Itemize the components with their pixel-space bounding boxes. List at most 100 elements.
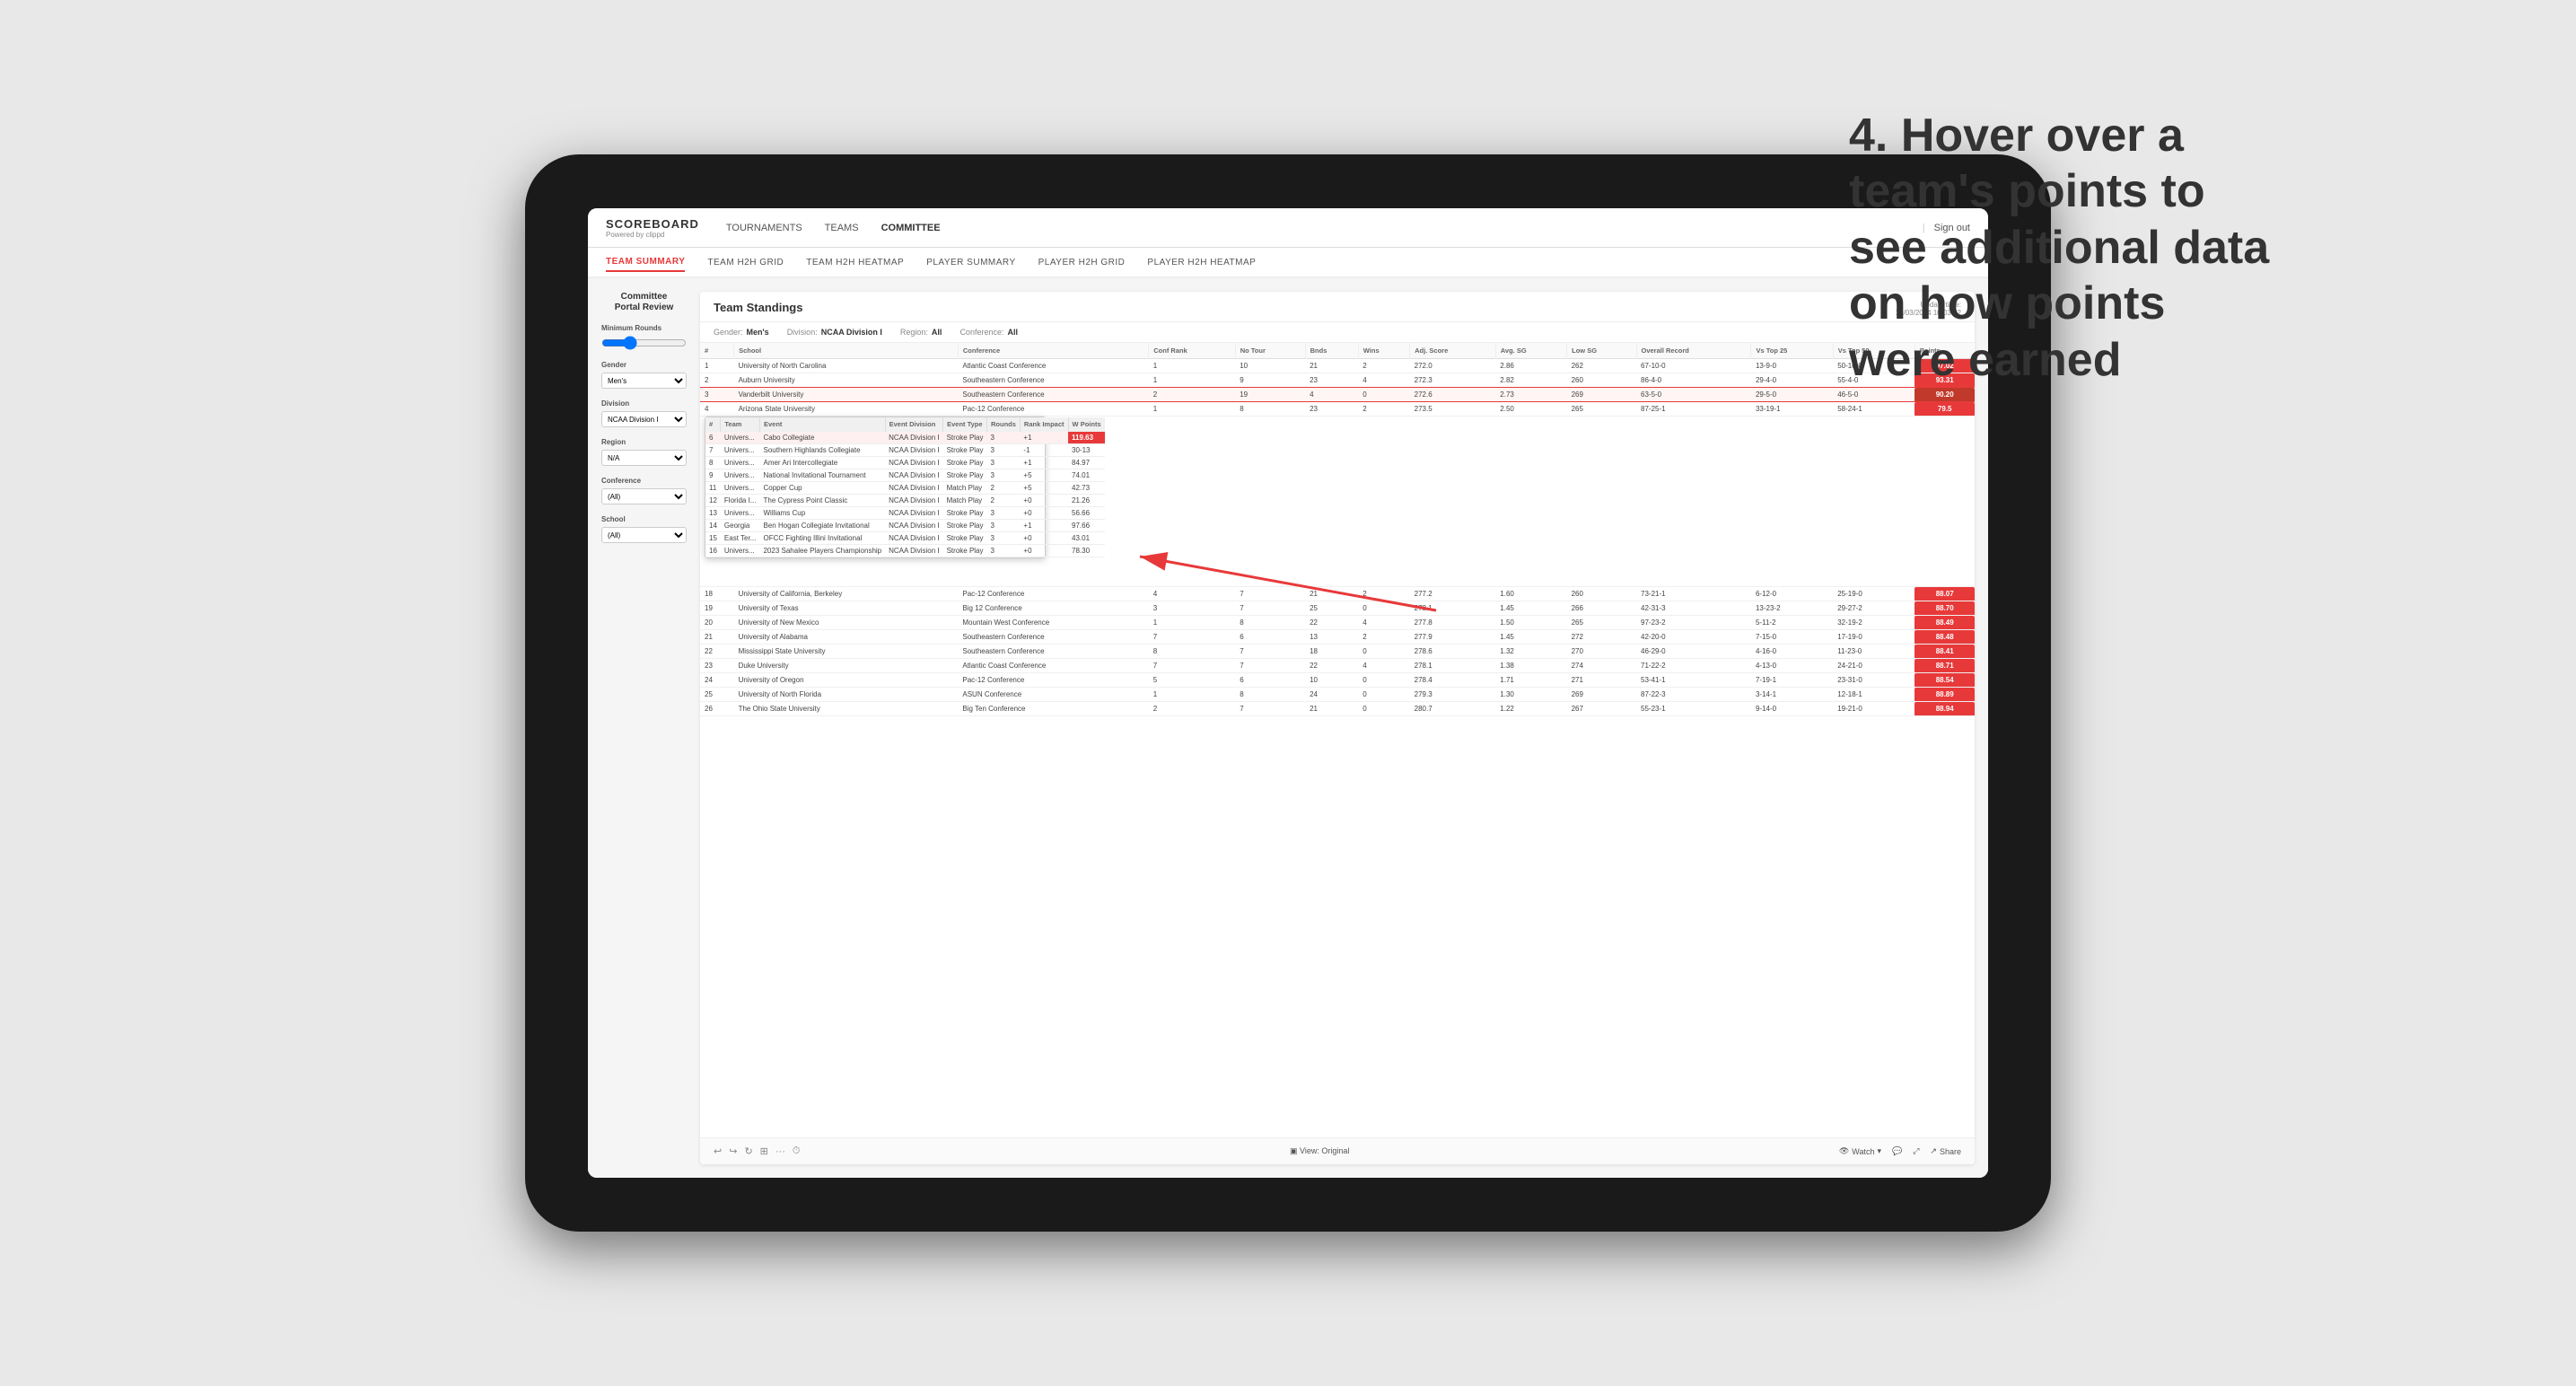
tab-player-h2h-heatmap[interactable]: PLAYER H2H HEATMAP (1147, 254, 1256, 271)
table-container: # School Conference Conf Rank No Tour Bn… (700, 343, 1975, 1137)
view-label[interactable]: ▣ View: Original (1290, 1146, 1349, 1156)
points-cell[interactable]: 88.94 (1914, 702, 1975, 716)
refresh-icon[interactable]: ↻ (744, 1145, 752, 1157)
points-cell[interactable]: 88.70 (1914, 601, 1975, 616)
tab-player-summary[interactable]: PLAYER SUMMARY (926, 254, 1015, 271)
points-cell[interactable]: 88.71 (1914, 659, 1975, 673)
tab-team-h2h-grid[interactable]: TEAM H2H GRID (707, 254, 784, 271)
division-select[interactable]: NCAA Division I (601, 411, 687, 427)
standings-table: # School Conference Conf Rank No Tour Bn… (700, 343, 1975, 716)
nav-teams[interactable]: TEAMS (825, 219, 859, 237)
main-content: CommitteePortal Review Minimum Rounds Ge… (588, 278, 1988, 1178)
col-wins: Wins (1358, 343, 1409, 359)
expand-button[interactable]: ⤢ (1913, 1146, 1919, 1156)
table-row: 20 University of New Mexico Mountain Wes… (700, 616, 1975, 630)
filter-conference: Conference: All (959, 328, 1018, 337)
tablet-screen: SCOREBOARD Powered by clippd TOURNAMENTS… (588, 208, 1988, 1178)
sidebar: CommitteePortal Review Minimum Rounds Ge… (601, 292, 687, 1164)
points-cell[interactable]: 79.5 (1914, 402, 1975, 417)
undo-icon[interactable]: ↩ (714, 1145, 722, 1157)
col-conf-rank: Conf Rank (1149, 343, 1235, 359)
points-cell-active[interactable]: 90.20 (1914, 388, 1975, 402)
table-row: 19 University of Texas Big 12 Conference… (700, 601, 1975, 616)
table-row: 21 University of Alabama Southeastern Co… (700, 630, 1975, 645)
tab-team-h2h-heatmap[interactable]: TEAM H2H HEATMAP (806, 254, 904, 271)
sidebar-school-label: School (601, 515, 687, 523)
tooltip-row: 6 Univers... Cabo Collegiate NCAA Divisi… (705, 432, 1105, 444)
school-select[interactable]: (All) (601, 527, 687, 543)
watch-button[interactable]: 👁 Watch ▾ (1839, 1146, 1881, 1156)
nav-tournaments[interactable]: TOURNAMENTS (726, 219, 802, 237)
table-row: 1 University of North Carolina Atlantic … (700, 359, 1975, 373)
table-row: 25 University of North Florida ASUN Conf… (700, 688, 1975, 702)
sidebar-region-label: Region (601, 438, 687, 446)
sub-nav: TEAM SUMMARY TEAM H2H GRID TEAM H2H HEAT… (588, 248, 1988, 278)
sidebar-min-rounds-label: Minimum Rounds (601, 324, 687, 332)
table-row: 4 Arizona State University Pac-12 Confer… (700, 402, 1975, 417)
col-conference: Conference (958, 343, 1148, 359)
filter-gender: Gender: Men's (714, 328, 769, 337)
nav-links: TOURNAMENTS TEAMS COMMITTEE (726, 219, 1923, 237)
tooltip-row: 15 East Ter... OFCC Fighting Illini Invi… (705, 532, 1105, 545)
sidebar-conference-label: Conference (601, 477, 687, 485)
sidebar-division-section: Division NCAA Division I (601, 399, 687, 427)
more-icon[interactable]: ··· (775, 1146, 785, 1157)
filters-row: Gender: Men's Division: NCAA Division I … (700, 322, 1975, 343)
tooltip-row: 12 Florida I... The Cypress Point Classi… (705, 495, 1105, 507)
col-rank: # (700, 343, 734, 359)
redo-icon[interactable]: ↪ (729, 1145, 737, 1157)
tooltip-row: 14 Georgia Ben Hogan Collegiate Invitati… (705, 520, 1105, 532)
tooltip-row: 8 Univers... Amer Ari Intercollegiate NC… (705, 457, 1105, 469)
tooltip-col-event: Event (759, 417, 885, 432)
points-cell[interactable]: 88.48 (1914, 630, 1975, 645)
share-icon: ↗ (1930, 1146, 1937, 1156)
tooltip-col-points: W Points (1068, 417, 1105, 432)
table-row: 2 Auburn University Southeastern Confere… (700, 373, 1975, 388)
points-cell[interactable]: 88.54 (1914, 673, 1975, 688)
table-row: 23 Duke University Atlantic Coast Confer… (700, 659, 1975, 673)
nav-committee[interactable]: COMMITTEE (881, 219, 941, 237)
share-button[interactable]: ↗ Share (1930, 1146, 1961, 1156)
logo-sub: Powered by clippd (606, 231, 699, 239)
tooltip-col-team: Team (721, 417, 760, 432)
tooltip-row: 7 Univers... Southern Highlands Collegia… (705, 444, 1105, 457)
eye-icon: 👁 (1839, 1146, 1849, 1156)
tooltip-col-rank: # (705, 417, 721, 432)
comment-icon: 💬 (1892, 1146, 1902, 1156)
table-row-highlighted: 3 Vanderbilt University Southeastern Con… (700, 388, 1975, 402)
bottom-bar: ↩ ↪ ↻ ⊞ ··· ⏱ ▣ View: Original 👁 (700, 1137, 1975, 1164)
filter-region: Region: All (900, 328, 942, 337)
sidebar-school-section: School (All) (601, 515, 687, 543)
points-cell[interactable]: 88.41 (1914, 645, 1975, 659)
tab-player-h2h-grid[interactable]: PLAYER H2H GRID (1038, 254, 1126, 271)
min-rounds-slider[interactable] (601, 336, 687, 350)
col-vs25: Vs Top 25 (1751, 343, 1833, 359)
tooltip-row: 9 Univers... National Invitational Tourn… (705, 469, 1105, 482)
tab-team-summary[interactable]: TEAM SUMMARY (606, 253, 685, 272)
timer-icon[interactable]: ⏱ (793, 1145, 801, 1157)
tooltip-col-type: Event Type (943, 417, 987, 432)
col-no-tour: No Tour (1235, 343, 1305, 359)
tooltip-table: # Team Event Event Division Event Type R… (705, 417, 1105, 557)
table-row-spacer: # Team Event Event Division Event Type R… (700, 417, 1975, 587)
tooltip-col-impact: Rank Impact (1020, 417, 1068, 432)
points-cell[interactable]: 88.49 (1914, 616, 1975, 630)
table-row: 24 University of Oregon Pac-12 Conferenc… (700, 673, 1975, 688)
comment-button[interactable]: 💬 (1892, 1146, 1902, 1156)
sidebar-region-section: Region N/A (601, 438, 687, 466)
nav-bar: SCOREBOARD Powered by clippd TOURNAMENTS… (588, 208, 1988, 248)
view-icon: ▣ (1290, 1146, 1298, 1155)
points-cell[interactable]: 88.07 (1914, 587, 1975, 601)
region-select[interactable]: N/A (601, 450, 687, 466)
chevron-down-icon: ▾ (1877, 1146, 1881, 1156)
logo: SCOREBOARD Powered by clippd (606, 217, 699, 239)
tooltip-row: 11 Univers... Copper Cup NCAA Division I… (705, 482, 1105, 495)
table-row: 26 The Ohio State University Big Ten Con… (700, 702, 1975, 716)
conference-select[interactable]: (All) (601, 488, 687, 504)
gender-select[interactable]: Men's Women's (601, 373, 687, 389)
col-avg-sg: Avg. SG (1495, 343, 1566, 359)
col-bnds: Bnds (1305, 343, 1358, 359)
points-cell[interactable]: 88.89 (1914, 688, 1975, 702)
copy-icon[interactable]: ⊞ (760, 1145, 768, 1157)
report-area: Team Standings Update time:13/03/2024 10… (700, 292, 1975, 1164)
